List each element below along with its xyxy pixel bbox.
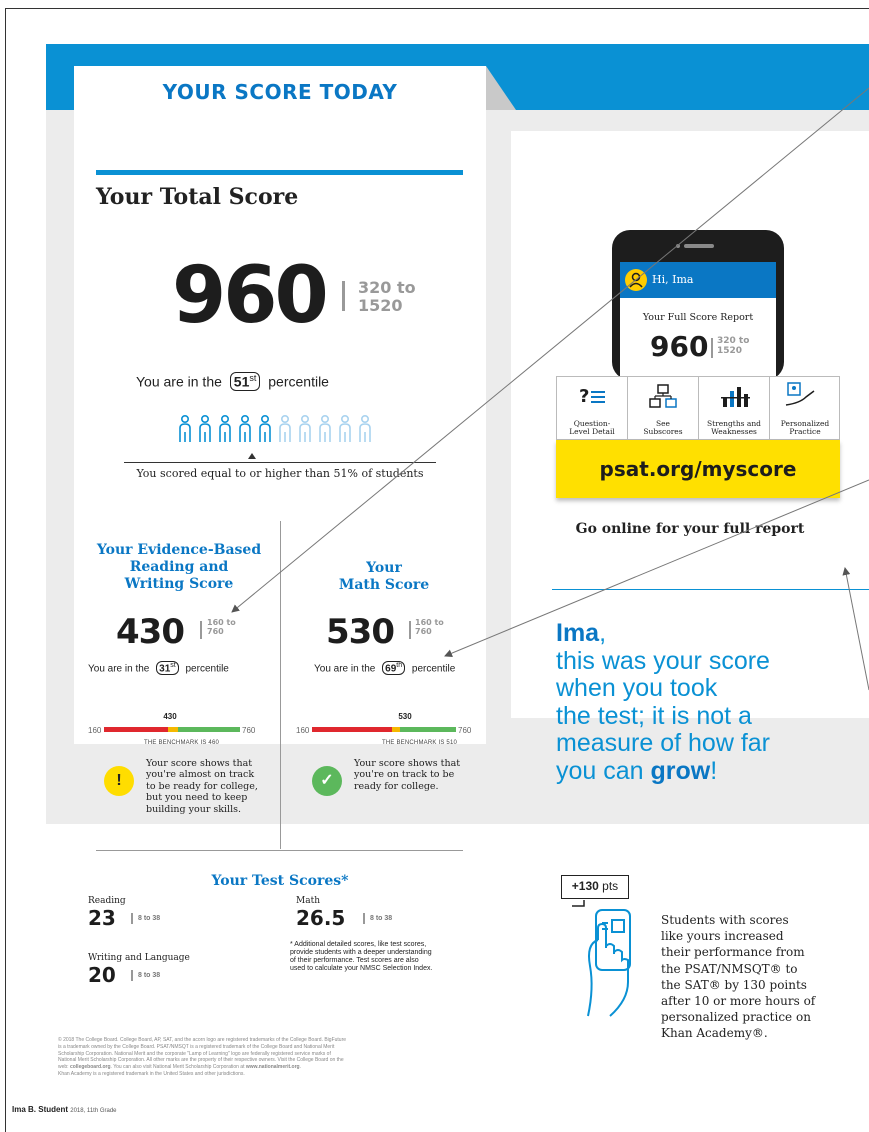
math-test-range: 8 to 38 <box>370 915 393 922</box>
phone-score-range: 320 to 1520 <box>717 336 750 356</box>
ebrw-score-range: 160 to 760 <box>207 618 236 636</box>
math-benchmark: THE BENCHMARK IS 510 <box>382 740 458 746</box>
reading-label: Reading <box>88 896 126 906</box>
student-footer: Ima B. Student 2018, 11th Grade <box>12 1105 117 1114</box>
range-divider <box>200 621 202 639</box>
feature-subscores[interactable]: See Subscores <box>628 377 699 439</box>
svg-text:?: ? <box>579 386 589 407</box>
ebrw-meter-yellow <box>168 727 178 732</box>
phone-report-title: Your Full Score Report <box>642 312 754 323</box>
khan-academy-stat: Students with scores like yours increase… <box>661 913 816 1041</box>
math-score-value: 530 <box>326 612 395 652</box>
legal-notice: © 2018 The College Board. College Board,… <box>58 1037 347 1077</box>
phone-speaker <box>684 244 714 248</box>
avatar-icon <box>625 269 647 291</box>
section-divider-horizontal <box>96 850 463 851</box>
report-features: ? Question- Level Detail See Subscores Str… <box>556 376 840 440</box>
percentile-people-graphic <box>177 414 387 448</box>
percentile-badge: 69th <box>382 661 406 676</box>
math-percentile-line: You are in the 69th percentile <box>314 661 456 676</box>
total-percentile-line: You are in the 51st percentile <box>136 372 329 391</box>
header-band-notch <box>486 66 516 110</box>
reading-score: 23 <box>88 906 116 930</box>
ebrw-meter-green <box>178 727 240 732</box>
total-score-title: Your Total Score <box>96 184 299 210</box>
math-meter-min: 160 <box>296 726 310 735</box>
points-badge: +130 pts <box>561 875 629 899</box>
range-divider <box>409 621 411 639</box>
ebrw-meter-max: 760 <box>242 726 256 735</box>
feature-question-detail[interactable]: ? Question- Level Detail <box>557 377 628 439</box>
hierarchy-icon <box>649 384 677 408</box>
hand-phone-icon <box>572 900 631 1017</box>
math-meter-mark: 530 <box>398 712 412 721</box>
percentile-badge: 31st <box>156 661 179 676</box>
person-icon <box>239 414 251 442</box>
writing-range: 8 to 38 <box>138 972 161 979</box>
person-icon <box>339 414 351 442</box>
phone-score-value: 960 <box>650 330 709 363</box>
total-score-range: 320 to 1520 <box>358 278 416 315</box>
total-score-value: 960 <box>172 251 329 341</box>
score-today-card: YOUR SCORE TODAY Your Total Score 960 32… <box>74 66 486 849</box>
ebrw-status-text: Your score shows that you're almost on t… <box>146 758 258 815</box>
ebrw-meter-min: 160 <box>88 726 102 735</box>
person-icon <box>359 414 371 442</box>
people-icons <box>179 414 371 442</box>
ebrw-benchmark: THE BENCHMARK IS 460 <box>144 740 220 746</box>
person-icon <box>179 414 191 442</box>
ebrw-meter-mark: 430 <box>163 712 177 721</box>
reading-range: 8 to 38 <box>138 915 161 922</box>
writing-score: 20 <box>88 963 116 987</box>
phone-greeting: Hi, Ima <box>652 273 694 286</box>
math-meter-green <box>400 727 456 732</box>
person-icon <box>319 414 331 442</box>
person-icon <box>199 414 211 442</box>
person-icon <box>219 414 231 442</box>
percentile-marker <box>248 453 256 459</box>
math-meter-max: 760 <box>458 726 472 735</box>
math-meter-red <box>312 727 392 732</box>
section-divider-vertical <box>280 521 281 849</box>
math-score-range: 160 to 760 <box>415 618 444 636</box>
score-today-heading: YOUR SCORE TODAY <box>162 80 398 104</box>
ebrw-percentile-line: You are in the 31st percentile <box>88 661 229 676</box>
ebrw-title: Your Evidence-Based Reading and Writing … <box>96 542 262 592</box>
person-icon <box>259 414 271 442</box>
feature-practice[interactable]: Personalized Practice <box>770 377 840 439</box>
math-status-text: Your score shows that you're on track to… <box>354 758 461 792</box>
test-scores-footnote: * Additional detailed scores, like test … <box>290 941 433 973</box>
go-online-text: Go online for your full report <box>575 521 805 537</box>
warning-icon: ! <box>104 766 134 796</box>
phone-camera <box>676 244 680 248</box>
checkmark-icon: ✓ <box>312 766 342 796</box>
section-rule <box>96 170 463 175</box>
right-divider <box>552 589 869 590</box>
score-report-link[interactable]: psat.org/myscore <box>556 440 840 498</box>
feature-strengths[interactable]: Strengths and Weaknesses <box>699 377 770 439</box>
math-test-label: Math <box>296 896 320 906</box>
percentile-explanation: You scored equal to or higher than 51% o… <box>124 462 436 480</box>
ebrw-meter-red <box>104 727 168 732</box>
person-icon <box>299 414 311 442</box>
writing-label: Writing and Language <box>88 953 190 963</box>
percentile-badge: 51st <box>229 372 261 391</box>
math-title: Your Math Score <box>338 560 430 593</box>
practice-icon <box>785 382 815 406</box>
math-meter-yellow <box>392 727 400 732</box>
range-divider <box>131 970 133 981</box>
math-test-score: 26.5 <box>296 906 346 930</box>
range-divider <box>342 281 345 311</box>
ebrw-score-value: 430 <box>116 612 185 652</box>
range-divider <box>711 338 713 358</box>
bar-chart-icon <box>721 387 750 407</box>
range-divider <box>131 913 133 924</box>
growth-message: Ima, this was your score when you took t… <box>556 619 770 785</box>
test-scores-title: Your Test Scores* <box>211 873 349 889</box>
person-icon <box>279 414 291 442</box>
question-list-icon: ? <box>579 386 605 407</box>
range-divider <box>363 913 365 924</box>
